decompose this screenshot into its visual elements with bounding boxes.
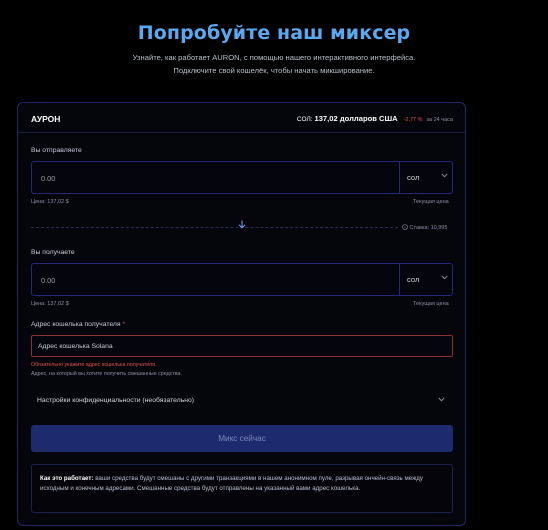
send-amount-value[interactable]: 0.00 (41, 174, 55, 183)
chevron-down-icon[interactable] (438, 397, 445, 404)
privacy-settings-label: Настройки конфиденциальности (необязател… (37, 397, 195, 404)
wallet-address-input[interactable] (32, 336, 452, 356)
receive-label: Вы получаете (31, 249, 75, 256)
address-hint: Адрес, на который вы хотите получить сме… (31, 371, 182, 377)
chevron-down-icon[interactable] (441, 275, 448, 282)
wallet-address-field[interactable] (31, 335, 453, 357)
address-label-text: Адрес кошелька получателя (31, 321, 121, 328)
send-price: Цена: 137,02 $ (31, 199, 69, 205)
page-subtitle-line1: Узнайте, как работает AURON, с помощью н… (132, 53, 416, 62)
receive-amount-field[interactable]: 0.00 сол (31, 263, 453, 296)
address-label: Адрес кошелька получателя * (31, 321, 125, 328)
price-symbol: СОЛ: (296, 116, 313, 123)
receive-amount-value[interactable]: 0.00 (41, 276, 55, 285)
send-amount-field[interactable]: 0.00 сол (31, 161, 453, 194)
mix-now-button[interactable]: Микс сейчас (31, 425, 453, 452)
send-currency-select[interactable]: сол (407, 173, 419, 182)
privacy-settings-toggle[interactable]: Настройки конфиденциальности (необязател… (31, 390, 453, 410)
receive-price-note: Текущая цена (413, 301, 449, 307)
mixer-card: АУРОН СОЛ: 137,02 долларов США -2,77 % з… (17, 102, 466, 526)
how-it-works-title: Как это работает: (40, 475, 94, 482)
card-header: АУРОН СОЛ: 137,02 долларов США -2,77 % з… (18, 103, 465, 133)
receive-currency-select[interactable]: сол (407, 275, 419, 284)
receive-price: Цена: 137,02 $ (31, 301, 69, 307)
info-circle-icon (402, 224, 408, 230)
exchange-rate-text: Ставка: 10,995 (409, 225, 448, 231)
arrow-down-icon[interactable] (236, 220, 248, 231)
how-it-works-box: Как это работает: ваши средства будут см… (31, 464, 453, 513)
price-value: 137,02 долларов США (314, 114, 398, 123)
chevron-down-icon[interactable] (441, 173, 448, 180)
send-price-note: Текущая цена (413, 199, 449, 205)
price-change: -2,77 % (403, 117, 423, 123)
brand-label: АУРОН (31, 114, 61, 124)
required-mark: * (122, 321, 126, 328)
field-divider (399, 264, 400, 295)
how-it-works-text: ваши средства будут смешаны с другими тр… (40, 475, 423, 492)
page-title: Попробуйте наш миксер (137, 22, 411, 44)
swap-divider (31, 227, 398, 228)
address-error: Обязательно укажите адрес кошелька получ… (31, 362, 157, 368)
field-divider (399, 162, 400, 193)
exchange-rate: Ставка: 10,995 (402, 224, 447, 231)
page-subtitle-line2: Подключите свой кошелёк, чтобы начать ми… (173, 66, 375, 75)
price-period: за 24 часа (426, 117, 454, 123)
send-label: Вы отправляете (31, 147, 82, 154)
price-ticker: СОЛ: 137,02 долларов США -2,77 % за 24 ч… (297, 114, 453, 123)
